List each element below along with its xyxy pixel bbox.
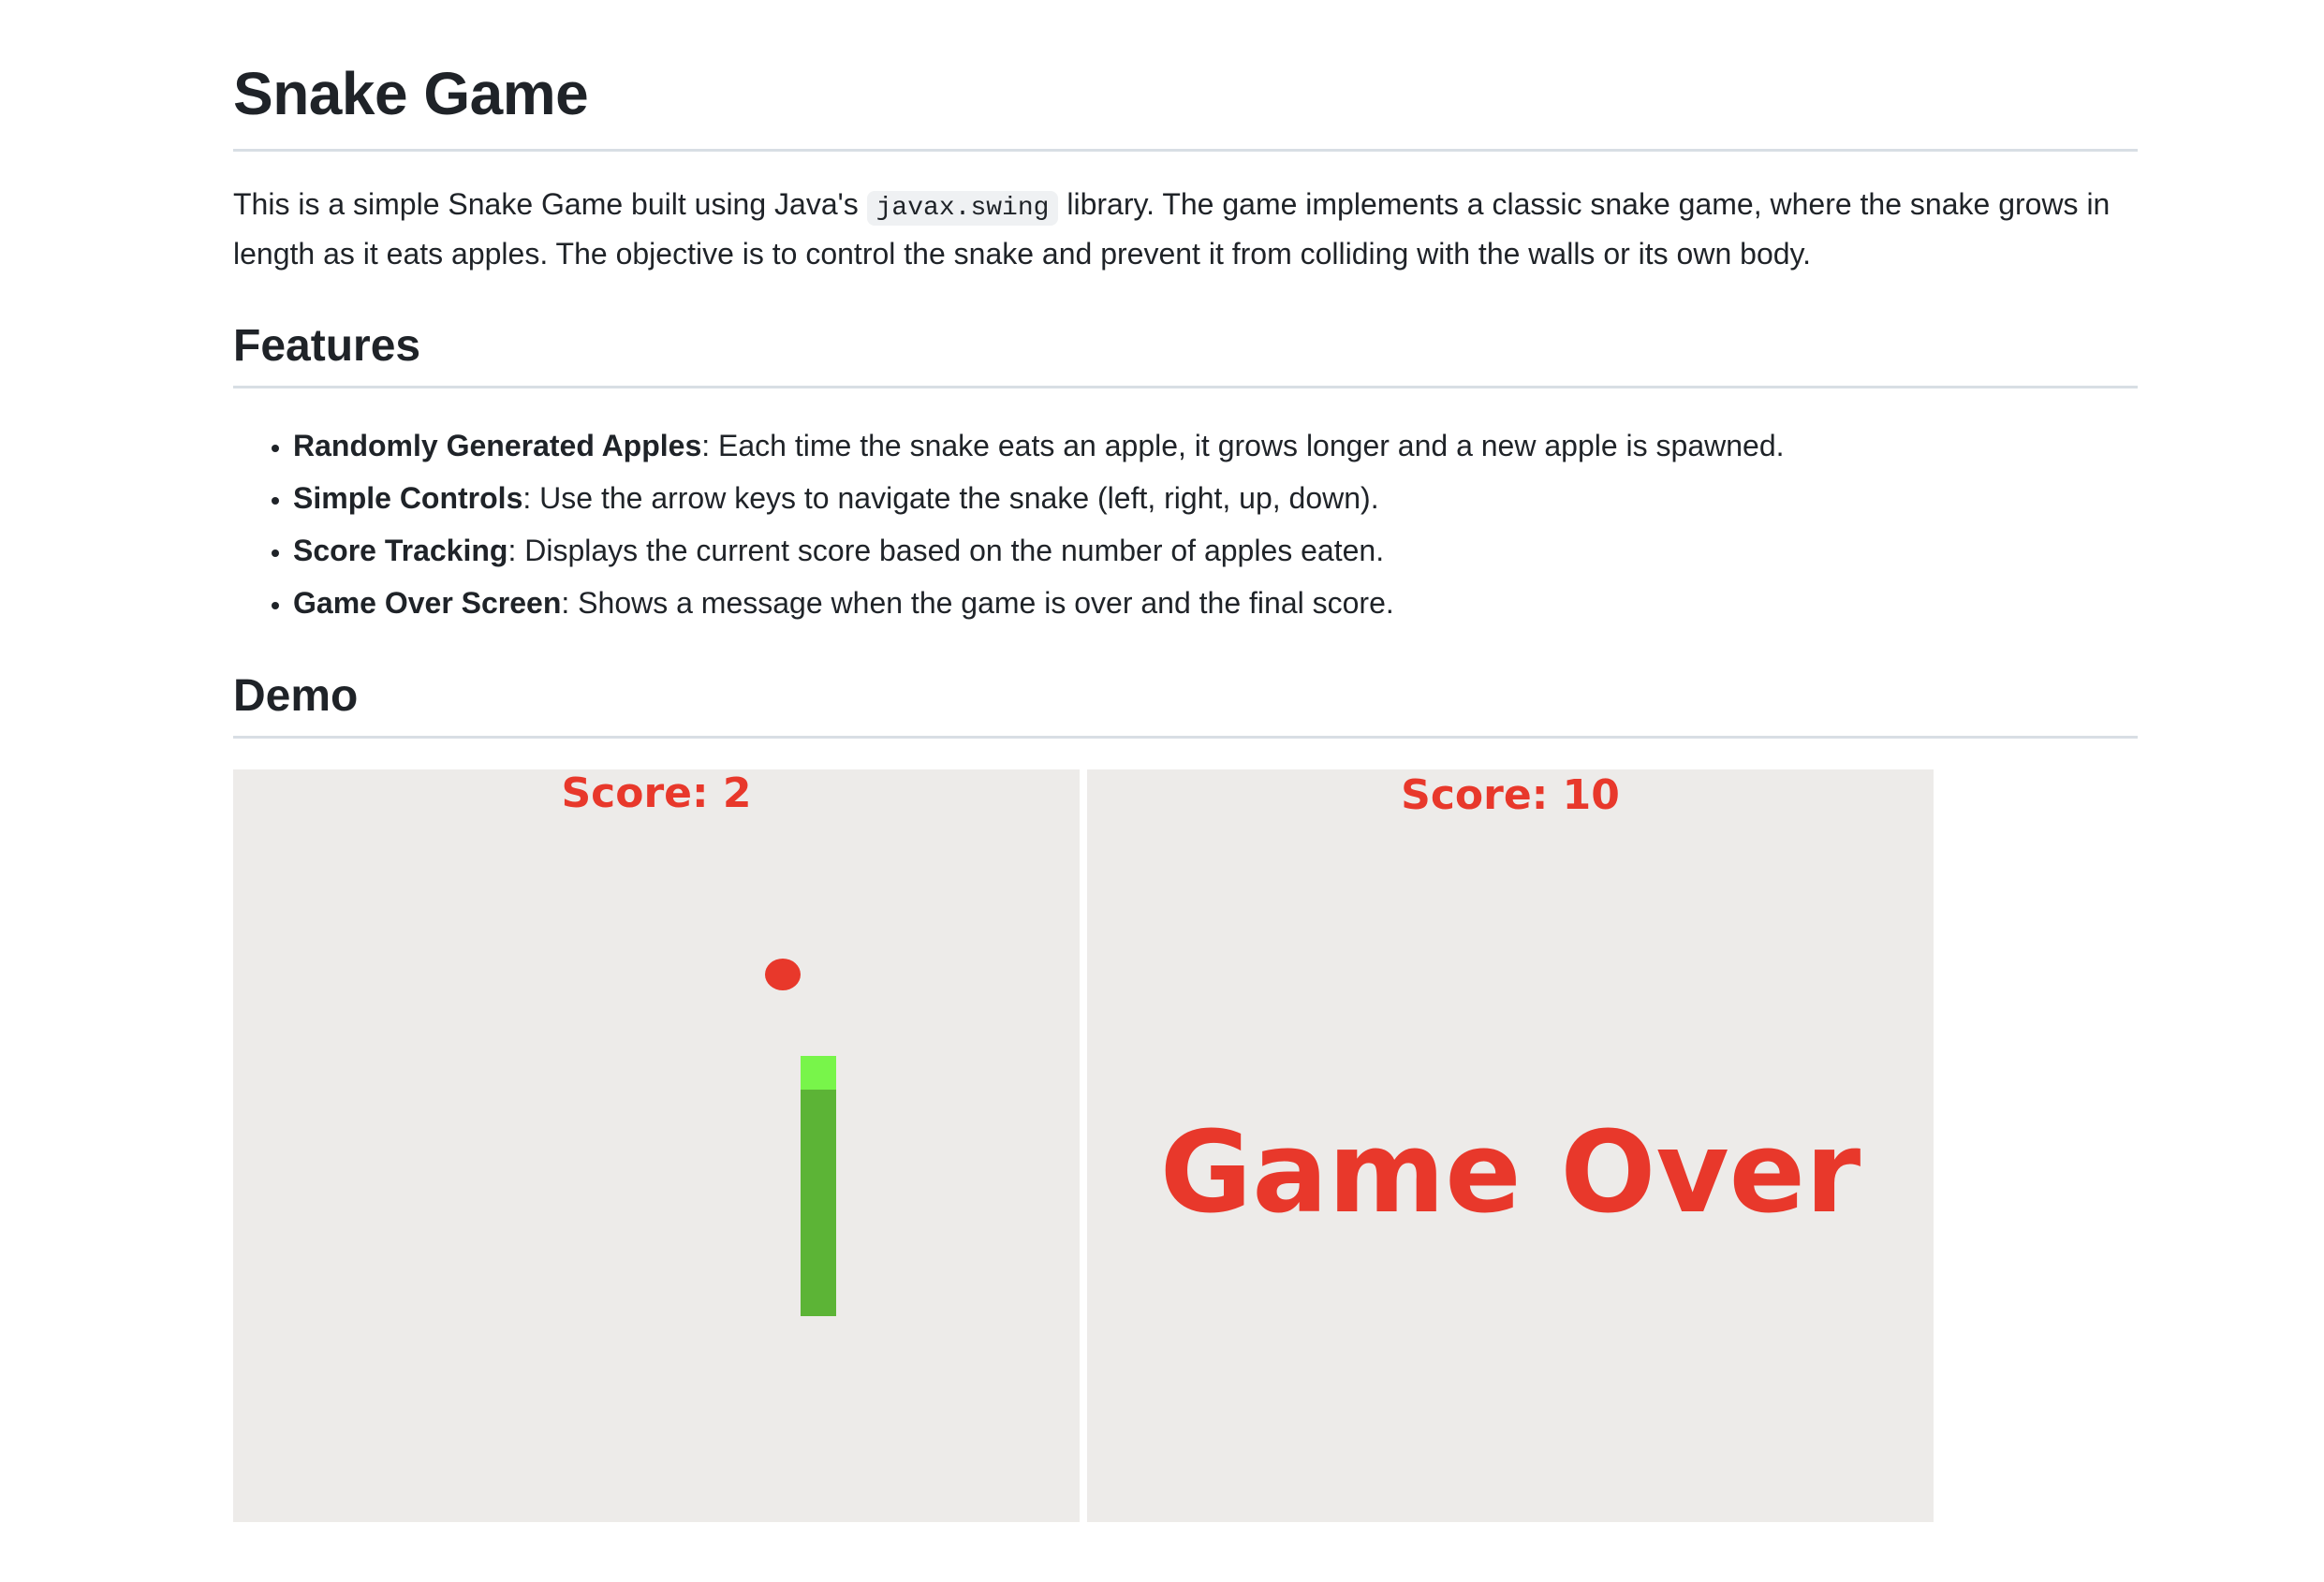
features-heading: Features: [233, 321, 421, 371]
snake-head: [801, 1056, 836, 1090]
game-over-message: Game Over: [1159, 1108, 1861, 1238]
title-divider: [233, 149, 2138, 152]
list-item: Simple Controls: Use the arrow keys to n…: [293, 472, 1785, 524]
demo-divider: [233, 736, 2138, 739]
feature-description: : Each time the snake eats an apple, it …: [701, 429, 1785, 462]
demo-screenshot-gameplay: Score: 2: [233, 769, 1080, 1522]
list-item: Game Over Screen: Shows a message when t…: [293, 577, 1785, 629]
feature-title: Score Tracking: [293, 534, 508, 567]
intro-text: This is a simple Snake Game built using …: [233, 187, 867, 221]
apple: [765, 959, 801, 990]
list-item: Randomly Generated Apples: Each time the…: [293, 419, 1785, 472]
score-label: Score: 10: [1401, 771, 1620, 819]
page-title: Snake Game: [233, 60, 589, 127]
intro-paragraph: This is a simple Snake Game built using …: [233, 182, 2143, 276]
features-list: Randomly Generated Apples: Each time the…: [233, 419, 1785, 629]
feature-description: : Use the arrow keys to navigate the sna…: [522, 481, 1379, 515]
feature-title: Game Over Screen: [293, 586, 562, 620]
feature-title: Simple Controls: [293, 481, 523, 515]
feature-description: : Displays the current score based on th…: [507, 534, 1385, 567]
snake-body: [801, 1090, 836, 1316]
score-label: Score: 2: [561, 769, 752, 817]
feature-description: : Shows a message when the game is over …: [561, 586, 1394, 620]
demo-screenshot-game-over: Score: 10 Game Over: [1087, 769, 1934, 1522]
demo-heading: Demo: [233, 671, 359, 721]
inline-code: javax.swing: [866, 191, 1059, 226]
feature-title: Randomly Generated Apples: [293, 429, 702, 462]
list-item: Score Tracking: Displays the current sco…: [293, 524, 1785, 577]
features-divider: [233, 386, 2138, 388]
